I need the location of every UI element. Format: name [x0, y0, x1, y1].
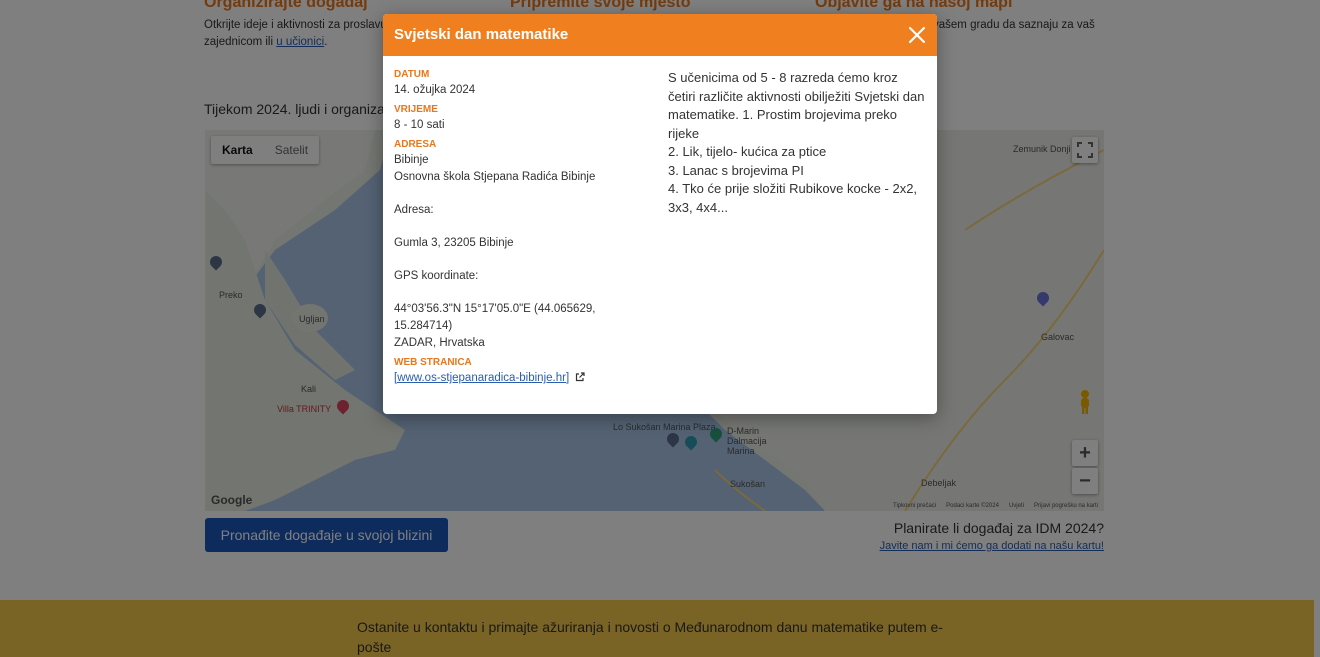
gps-heading: GPS koordinate: — [394, 270, 479, 282]
address-line: Osnovna škola Stjepana Radića Bibinje — [394, 171, 596, 183]
city-value: ZADAR, Hrvatska — [394, 337, 485, 349]
description-line: 4. Tko će prije složiti Rubikove kocke -… — [668, 181, 918, 215]
description-line: 3. Lanac s brojevima PI — [668, 162, 804, 178]
gps-value: 44°03'56.3"N 15°17'05.0"E (44.065629, 15… — [394, 303, 596, 332]
time-value: 8 - 10 sati — [394, 119, 445, 131]
external-link-icon — [576, 372, 585, 382]
website-link[interactable]: [www.os-stjepanaradica-bibinje.hr] — [394, 372, 569, 384]
event-modal: Svjetski dan matematike Datum 14. ožujka… — [383, 14, 937, 414]
date-label: Datum — [394, 69, 430, 80]
street-value: Gumla 3, 23205 Bibinje — [394, 237, 514, 249]
address-heading: Adresa: — [394, 204, 434, 216]
date-value: 14. ožujka 2024 — [394, 84, 476, 96]
address-label: Adresa — [394, 139, 437, 150]
event-details: Datum 14. ožujka 2024 Vrijeme 8 - 10 sat… — [394, 68, 644, 387]
website-label: Web stranica — [394, 357, 472, 368]
event-description: S učenicima od 5 - 8 razreda ćemo kroz č… — [668, 69, 926, 217]
description-line: 2. Lik, tijelo- kućica za ptice — [668, 144, 827, 159]
time-label: Vrijeme — [394, 104, 438, 115]
close-icon — [908, 26, 926, 44]
modal-header: Svjetski dan matematike — [383, 14, 937, 56]
close-button[interactable] — [903, 21, 931, 49]
description-line: S učenicima od 5 - 8 razreda ćemo kroz č… — [668, 70, 925, 141]
modal-title: Svjetski dan matematike — [394, 26, 569, 43]
address-line: Bibinje — [394, 154, 429, 166]
